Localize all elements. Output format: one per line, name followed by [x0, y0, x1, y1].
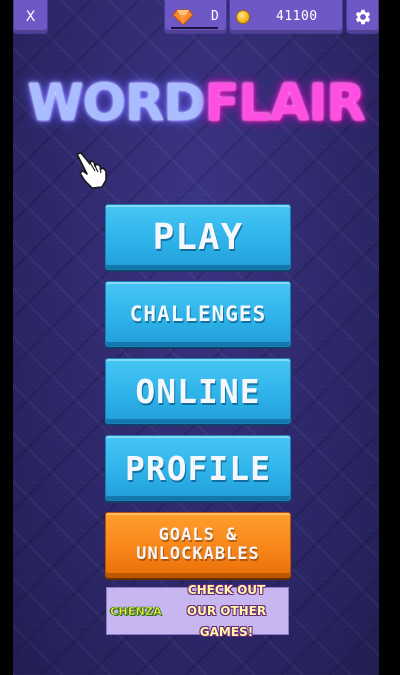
goals-label-line2: UNLOCKABLES	[136, 544, 260, 564]
online-label: ONLINE	[135, 371, 261, 411]
online-button[interactable]: ONLINE	[105, 358, 291, 424]
coin-icon	[236, 9, 250, 24]
gem-icon	[173, 9, 193, 25]
challenges-label: CHALLENGES	[129, 302, 267, 326]
coins-value: 41100	[276, 9, 318, 24]
profile-label: PROFILE	[124, 448, 272, 488]
promo-text: CHECK OUT OUR OTHER GAMES!	[165, 580, 288, 643]
play-button[interactable]: PLAY	[105, 204, 291, 270]
challenges-button[interactable]: CHALLENGES	[105, 281, 291, 347]
profile-button[interactable]: PROFILE	[105, 435, 291, 501]
gems-counter[interactable]: D	[164, 0, 227, 34]
game-screen: X D 41100 WORDFLAIR PLAY CHALLENGES ONLI…	[13, 0, 379, 675]
logo-flair: FLAIR	[204, 74, 366, 133]
promo-line1: CHECK OUT	[187, 582, 266, 597]
close-button[interactable]: X	[13, 0, 48, 34]
other-games-banner[interactable]: CHENZA CHECK OUT OUR OTHER GAMES!	[106, 583, 289, 639]
goals-unlockables-button[interactable]: GOALS & UNLOCKABLES	[105, 512, 291, 578]
logo-word: WORD	[27, 74, 205, 133]
promo-line2: OUR OTHER GAMES!	[186, 603, 267, 639]
gear-icon	[355, 9, 370, 24]
play-label: PLAY	[152, 216, 244, 258]
gems-value: D	[211, 9, 219, 24]
close-label: X	[25, 8, 36, 25]
pointing-hand-icon	[76, 152, 107, 189]
settings-button[interactable]	[346, 0, 379, 34]
gems-underline	[171, 27, 218, 29]
coins-counter[interactable]: 41100	[229, 0, 343, 34]
goals-label-line1: GOALS &	[158, 525, 238, 545]
chenza-logo: CHENZA	[110, 604, 162, 618]
game-logo: WORDFLAIR	[13, 74, 379, 134]
